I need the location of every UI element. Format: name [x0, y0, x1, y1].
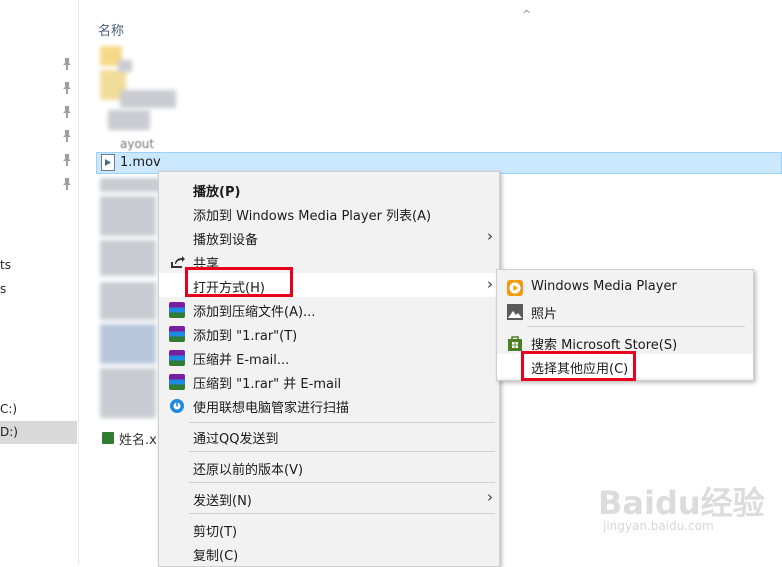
- lenovo-pc-manager-icon: [169, 398, 185, 414]
- winrar-icon: [169, 350, 185, 366]
- blurred-entry: [100, 178, 160, 192]
- video-file-icon: [101, 154, 115, 175]
- winrar-icon: [169, 374, 185, 390]
- pin-icon[interactable]: [62, 58, 72, 70]
- menu-item-compress-rar-email[interactable]: 压缩到 "1.rar" 并 E-mail: [159, 369, 499, 393]
- menu-item-copy[interactable]: 复制(C): [159, 541, 499, 565]
- menu-item-compress-email[interactable]: 压缩并 E-mail...: [159, 345, 499, 369]
- sort-ascending-icon[interactable]: ^: [522, 8, 531, 21]
- winrar-icon: [169, 326, 185, 342]
- share-icon: [169, 254, 185, 270]
- chevron-right-icon: ›: [487, 275, 493, 293]
- blurred-entry: [100, 282, 156, 320]
- blurred-entry: [100, 196, 156, 236]
- nav-item-fragment[interactable]: s: [0, 282, 6, 296]
- blurred-entry: [108, 110, 150, 130]
- pin-icon[interactable]: [62, 106, 72, 118]
- blurred-entry: [100, 368, 156, 418]
- navigation-pane: ts s C:) D:): [0, 0, 79, 565]
- microsoft-store-icon: [507, 335, 523, 351]
- pin-icon[interactable]: [62, 82, 72, 94]
- menu-item-open-with[interactable]: 打开方式(H) ›: [159, 273, 499, 297]
- menu-item-add-to-rar[interactable]: 添加到 "1.rar"(T): [159, 321, 499, 345]
- windows-media-player-icon: [507, 280, 523, 296]
- menu-item-send-via-qq[interactable]: 通过QQ发送到: [159, 424, 499, 448]
- menu-item-send-to[interactable]: 发送到(N) ›: [159, 486, 499, 510]
- chevron-right-icon: ›: [487, 227, 493, 245]
- pin-icon[interactable]: [62, 178, 72, 190]
- menu-item-lenovo-scan[interactable]: 使用联想电脑管家进行扫描: [159, 393, 499, 417]
- partial-file-name[interactable]: ayout: [120, 137, 154, 151]
- submenu-item-photos[interactable]: 照片: [497, 299, 753, 323]
- menu-separator: [189, 451, 495, 452]
- baidu-watermark: Baidu经验: [598, 484, 765, 522]
- menu-item-cut[interactable]: 剪切(T): [159, 517, 499, 541]
- menu-item-play[interactable]: 播放(P): [159, 177, 499, 201]
- pin-icon[interactable]: [62, 154, 72, 166]
- menu-separator: [189, 513, 495, 514]
- menu-separator: [189, 422, 495, 423]
- chevron-right-icon: ›: [487, 488, 493, 506]
- baidu-watermark-url: jingyan.baidu.com: [603, 519, 714, 533]
- blurred-entry: [100, 324, 156, 364]
- excel-file-icon: [102, 432, 114, 444]
- menu-separator: [527, 326, 745, 327]
- open-with-submenu: Windows Media Player 照片 搜索 Microsoft Sto…: [496, 269, 754, 381]
- menu-separator: [189, 482, 495, 483]
- nav-item-fragment[interactable]: ts: [0, 258, 11, 272]
- submenu-item-choose-other-app[interactable]: 选择其他应用(C): [497, 354, 753, 378]
- selected-file-name[interactable]: 1.mov: [120, 155, 161, 170]
- menu-item-share[interactable]: 共享: [159, 249, 499, 273]
- menu-item-restore-previous[interactable]: 还原以前的版本(V): [159, 455, 499, 479]
- menu-item-add-to-archive[interactable]: 添加到压缩文件(A)...: [159, 297, 499, 321]
- menu-item-cast-to-device[interactable]: 播放到设备 ›: [159, 225, 499, 249]
- partial-file-name[interactable]: 姓名.xl: [119, 429, 160, 448]
- nav-item-drive-c[interactable]: C:): [0, 402, 17, 416]
- nav-item-drive-d[interactable]: D:): [0, 425, 18, 439]
- photos-app-icon: [507, 304, 523, 320]
- pin-icon[interactable]: [62, 130, 72, 142]
- submenu-item-wmp[interactable]: Windows Media Player: [497, 275, 753, 299]
- blurred-entry: [100, 240, 156, 276]
- menu-item-add-to-wmp[interactable]: 添加到 Windows Media Player 列表(A): [159, 201, 499, 225]
- column-header-name[interactable]: 名称: [98, 20, 124, 39]
- blurred-entry: [120, 90, 176, 108]
- context-menu: 播放(P) 添加到 Windows Media Player 列表(A) 播放到…: [158, 171, 500, 567]
- winrar-icon: [169, 302, 185, 318]
- blurred-entry: [118, 60, 132, 72]
- submenu-item-search-store[interactable]: 搜索 Microsoft Store(S): [497, 330, 753, 354]
